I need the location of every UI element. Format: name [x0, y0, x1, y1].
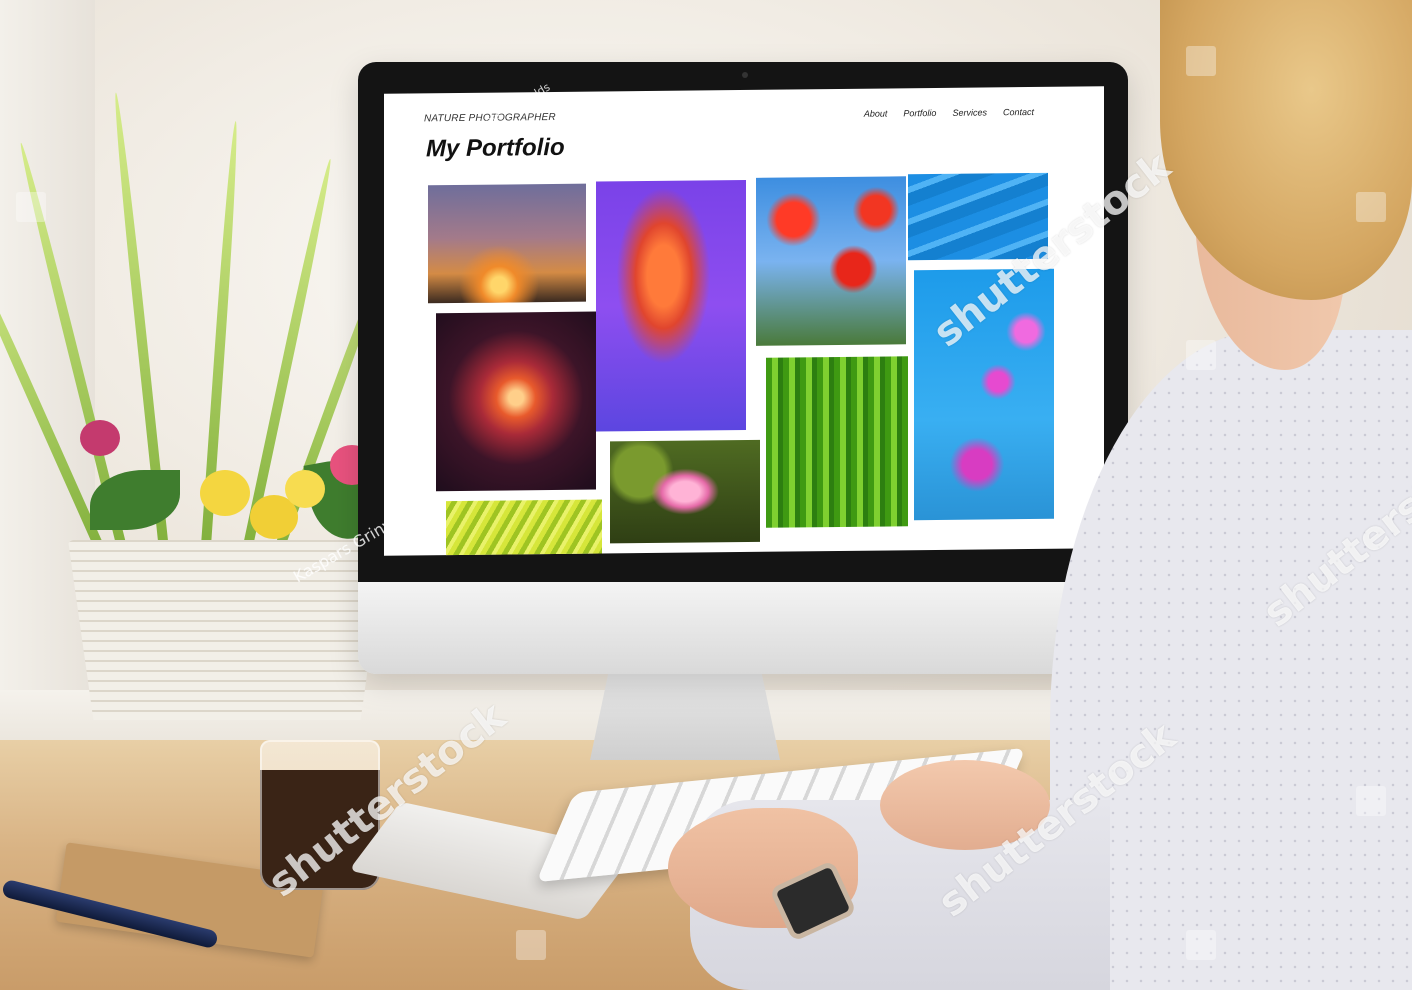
poppies-photo[interactable]	[756, 176, 906, 346]
photo-scene: NATURE PHOTOGRAPHER My Portfolio About P…	[0, 0, 1412, 990]
jellyfish-photo[interactable]	[596, 179, 746, 432]
camera-icon	[742, 72, 748, 78]
green-grass-photo[interactable]	[766, 356, 908, 528]
water-lily-photo[interactable]	[610, 439, 760, 544]
watermark-icon	[1356, 786, 1386, 816]
site-nav: About Portfolio Services Contact	[864, 107, 1034, 119]
palm-leaf-photo[interactable]	[446, 499, 602, 556]
monitor-chin	[358, 582, 1128, 674]
nav-portfolio[interactable]: Portfolio	[903, 108, 936, 118]
reeds-sunset-photo[interactable]	[428, 183, 586, 304]
nav-contact[interactable]: Contact	[1003, 107, 1034, 117]
watermark-icon	[1186, 340, 1216, 370]
monitor-stand	[590, 670, 780, 760]
watermark-icon	[16, 192, 46, 222]
watermark-icon	[1186, 46, 1216, 76]
nav-about[interactable]: About	[864, 108, 888, 118]
watermark-icon	[1186, 930, 1216, 960]
watermark-icon	[516, 930, 546, 960]
nav-services[interactable]: Services	[952, 107, 987, 117]
sundew-plant-photo[interactable]	[436, 311, 596, 492]
wicker-basket	[68, 540, 386, 720]
page-title: My Portfolio	[426, 133, 565, 163]
watermark-icon	[1356, 192, 1386, 222]
